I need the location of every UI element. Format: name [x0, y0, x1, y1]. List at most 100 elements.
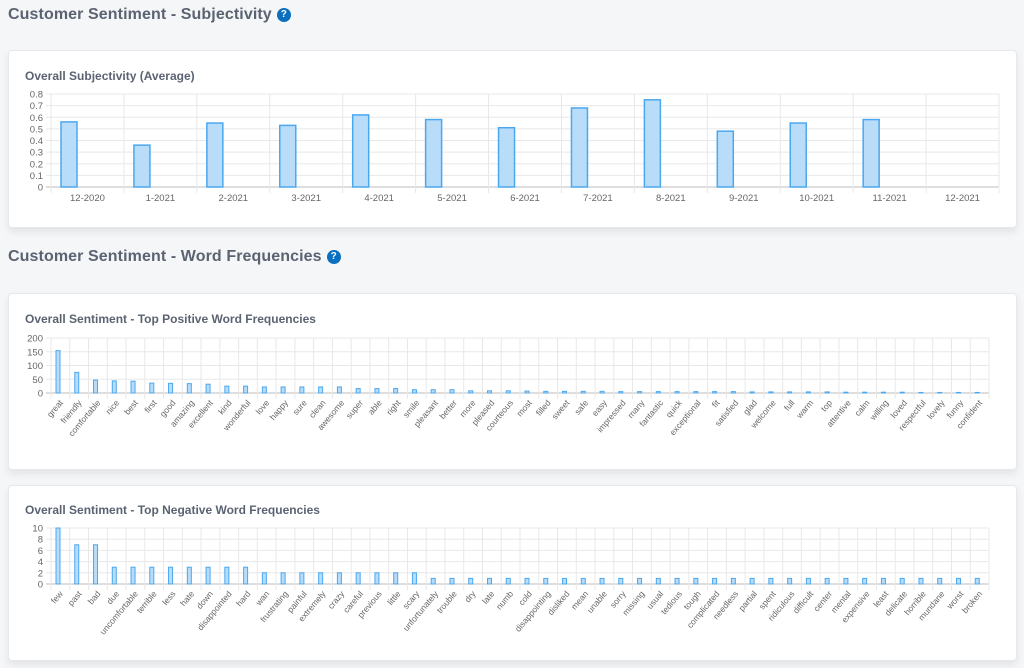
bar: [93, 379, 99, 394]
y-tick-label: 0.8: [30, 90, 43, 101]
bar: [716, 130, 735, 188]
subjectivity-chart: 00.10.20.30.40.50.60.70.8 12-2020 1-2021 2-…: [30, 90, 1000, 204]
help-icon[interactable]: ?: [276, 8, 291, 22]
x-tick-label: less: [160, 589, 177, 607]
bar: [486, 577, 492, 585]
bar: [336, 572, 342, 585]
x-tick-label: 8-2021: [656, 193, 686, 204]
bar: [880, 391, 886, 394]
x-tick-label: 7-2021: [583, 193, 613, 204]
negative-words-card: Overall Sentiment - Top Negative Word Fr…: [8, 485, 1017, 661]
bar: [468, 390, 474, 394]
help-icon[interactable]: ?: [326, 250, 341, 264]
x-tick-label: 1-2021: [146, 193, 176, 204]
bar: [318, 572, 324, 585]
word-freq-section-title-text: Customer Sentiment - Word Frequencies: [8, 248, 322, 265]
bar: [243, 566, 249, 585]
bar: [261, 572, 267, 585]
subjectivity-section-title-text: Customer Sentiment - Subjectivity: [8, 6, 272, 23]
bar: [186, 383, 192, 394]
bar: [637, 577, 643, 585]
x-tick-label: sweet: [549, 397, 571, 421]
y-tick-label: 150: [27, 347, 43, 358]
x-tick-label: best: [122, 397, 140, 416]
x-tick-label: 11-2021: [873, 193, 907, 204]
bar: [543, 577, 549, 585]
bar: [693, 391, 699, 394]
bar: [580, 390, 586, 394]
y-tick-label: 100: [27, 361, 43, 372]
bar: [787, 577, 793, 585]
bar: [749, 391, 755, 394]
x-tick-label: top: [819, 398, 834, 414]
x-tick-label: able: [366, 398, 384, 417]
bar: [843, 577, 849, 585]
y-tick-label: 0.4: [30, 136, 43, 147]
bar: [918, 577, 924, 585]
bar: [643, 99, 662, 188]
bar: [580, 577, 586, 585]
bar: [55, 527, 61, 585]
bar: [374, 572, 380, 585]
x-tick-label: happy: [267, 397, 290, 422]
bar: [505, 390, 511, 394]
bar: [843, 391, 849, 394]
y-tick-label: 0.6: [30, 113, 43, 124]
y-tick-label: 0.1: [30, 171, 43, 182]
x-tick-label: past: [66, 588, 84, 607]
negative-words-chart: 0246810few past bad dueuncomfortableterribl…: [32, 524, 990, 637]
x-tick-label: few: [49, 588, 66, 605]
bar: [486, 390, 492, 394]
y-tick-label: 0: [38, 389, 43, 400]
y-tick-label: 4: [38, 557, 43, 568]
x-tick-label: lovely: [925, 397, 947, 421]
x-tick-label: safe: [572, 398, 590, 417]
x-tick-label: terrible: [134, 589, 159, 616]
bar: [880, 577, 886, 585]
bar: [243, 385, 249, 394]
bar: [430, 577, 436, 585]
bar: [974, 577, 980, 585]
bar: [805, 391, 811, 394]
bar: [655, 391, 661, 394]
x-tick-label: right: [384, 397, 403, 417]
bar: [955, 577, 961, 585]
bar: [60, 121, 78, 188]
bar: [279, 124, 297, 188]
bar: [224, 385, 230, 394]
bar: [712, 391, 718, 394]
bar: [768, 577, 774, 585]
x-tick-label: numb: [494, 589, 516, 612]
bar: [318, 386, 324, 394]
x-tick-label: 12-2020: [70, 193, 105, 204]
bar: [674, 577, 680, 585]
bar: [899, 577, 905, 585]
bar: [186, 566, 192, 585]
y-tick-label: 10: [32, 524, 43, 535]
bar: [130, 566, 136, 585]
bar: [111, 380, 117, 394]
bar: [570, 107, 589, 188]
bar: [168, 382, 174, 394]
bar: [299, 572, 305, 585]
bar: [205, 383, 211, 394]
bar: [206, 122, 224, 188]
bar: [655, 577, 661, 585]
bar: [787, 391, 793, 394]
y-tick-label: 0: [38, 580, 43, 591]
x-tick-label: hard: [234, 589, 253, 609]
x-tick-label: broken: [960, 589, 985, 616]
x-tick-label: difficult: [791, 588, 816, 615]
x-tick-label: 3-2021: [291, 193, 321, 204]
bar: [524, 390, 530, 394]
bar: [599, 390, 605, 394]
x-tick-label: 6-2021: [510, 193, 540, 204]
x-tick-label: dry: [462, 588, 478, 604]
bar: [805, 577, 811, 585]
bar: [449, 389, 455, 394]
bar: [712, 577, 718, 585]
bar: [468, 577, 474, 585]
x-tick-label: partial: [736, 589, 759, 613]
x-tick-label: 4-2021: [364, 193, 394, 204]
bar: [562, 390, 568, 394]
